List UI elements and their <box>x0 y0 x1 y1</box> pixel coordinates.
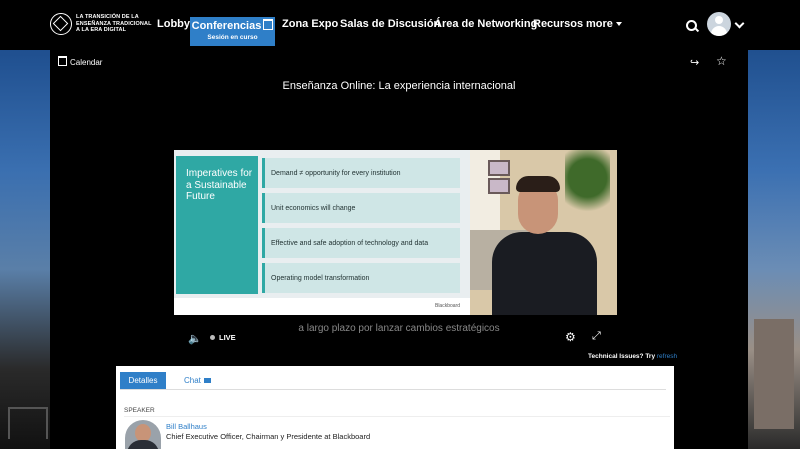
camera-speaker-hair <box>516 176 560 192</box>
nav-networking[interactable]: Área de Networking <box>434 18 537 30</box>
camera-picture-frame <box>488 160 510 176</box>
calendar-icon <box>263 19 274 30</box>
tab-chat[interactable]: Chat <box>184 376 211 385</box>
background-podium <box>754 319 794 429</box>
speaker-divider <box>124 416 670 417</box>
speaker-section-label: SPEAKER <box>124 407 155 414</box>
nav-conferencias-status: Sesión en curso <box>207 34 258 41</box>
slide-heading: Imperatives for a Sustainable Future <box>186 168 253 202</box>
nav-recursos[interactable]: Recursos <box>533 18 583 30</box>
volume-icon[interactable]: 🔈 <box>188 332 202 345</box>
nav-zona-expo[interactable]: Zona Expo <box>282 18 338 30</box>
settings-gear-icon[interactable]: ⚙ <box>565 330 576 344</box>
slide-item: Effective and safe adoption of technolog… <box>262 228 460 258</box>
slide-heading-panel: Imperatives for a Sustainable Future <box>176 156 258 294</box>
search-icon[interactable] <box>686 20 697 31</box>
session-title: Enseñanza Online: La experiencia interna… <box>282 80 516 92</box>
camera-speaker-body <box>492 232 597 315</box>
details-panel: Detalles Chat SPEAKER Bill Ballhaus Chie… <box>116 366 674 449</box>
user-avatar[interactable] <box>707 12 731 36</box>
logo-icon <box>50 13 72 35</box>
nav-conferencias[interactable]: Conferencias Sesión en curso <box>190 17 275 46</box>
nav-conferencias-label: Conferencias <box>191 20 262 32</box>
tab-chat-label: Chat <box>184 376 201 385</box>
technical-issues: Technical Issues? Try refresh <box>588 353 677 360</box>
background-right <box>748 50 800 449</box>
live-dot-icon <box>210 335 215 340</box>
technical-issues-text: Technical Issues? Try <box>588 353 656 360</box>
logo-text: LA TRANSICIÓN DE LA ENSEÑANZA TRADICIONA… <box>76 14 166 34</box>
speaker-role: Chief Executive Officer, Chairman y Pres… <box>166 432 371 441</box>
camera-picture-frame <box>488 178 510 194</box>
live-caption: a largo plazo por lanzar cambios estraté… <box>298 323 500 334</box>
live-label: LIVE <box>219 333 236 342</box>
refresh-link[interactable]: refresh <box>657 353 677 360</box>
tab-divider <box>120 389 666 390</box>
event-logo[interactable]: LA TRANSICIÓN DE LA ENSEÑANZA TRADICIONA… <box>50 13 166 35</box>
calendar-button[interactable]: Calendar <box>58 56 102 67</box>
nav-lobby[interactable]: Lobby <box>157 18 190 30</box>
background-rail <box>8 407 48 439</box>
camera-plant <box>565 150 610 220</box>
nav-more-label: more <box>586 18 613 30</box>
speaker-camera <box>470 150 617 315</box>
calendar-label: Calendar <box>70 58 103 67</box>
live-indicator: LIVE <box>210 333 236 342</box>
mail-icon <box>203 378 211 383</box>
slide-item: Unit economics will change <box>262 193 460 223</box>
star-icon[interactable]: ☆ <box>716 54 727 68</box>
chevron-down-icon[interactable] <box>734 18 745 29</box>
speaker-name[interactable]: Bill Ballhaus <box>166 422 207 431</box>
slide-footer: Blackboard <box>174 298 470 315</box>
speaker-photo[interactable] <box>125 420 161 449</box>
nav-salas[interactable]: Salas de Discusión <box>340 18 440 30</box>
share-icon[interactable]: ↪ <box>690 56 699 69</box>
caret-down-icon <box>615 22 622 26</box>
background-left <box>0 50 50 449</box>
tab-details[interactable]: Detalles <box>120 372 166 389</box>
fullscreen-icon[interactable]: ⤢ <box>592 330 601 343</box>
video-player[interactable]: Imperatives for a Sustainable Future Dem… <box>174 150 617 315</box>
calendar-icon <box>58 56 67 66</box>
top-navigation: LA TRANSICIÓN DE LA ENSEÑANZA TRADICIONA… <box>0 0 800 50</box>
logo-line-3: A LA ERA DIGITAL <box>76 27 127 34</box>
slide-item: Demand ≠ opportunity for every instituti… <box>262 158 460 188</box>
nav-more[interactable]: more <box>586 18 622 30</box>
slide-item: Operating model transformation <box>262 263 460 293</box>
